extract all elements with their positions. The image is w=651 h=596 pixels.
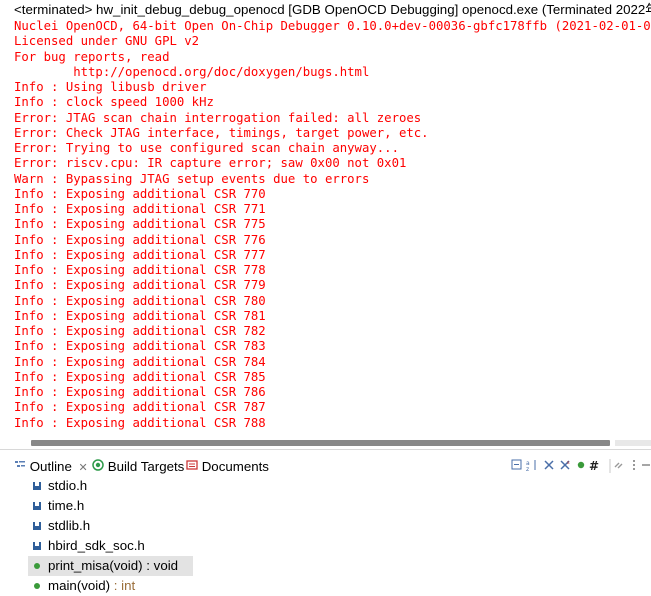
hide-localtypes-icon[interactable]: # — [589, 459, 601, 471]
tab-outline[interactable]: Outline ✕ — [14, 458, 88, 476]
outline-item-hbird-sdk-soc[interactable]: hbird_sdk_soc.h — [0, 536, 200, 556]
console-line: Nuclei OpenOCD, 64-bit Open On-Chip Debu… — [14, 19, 651, 33]
return-type: : int — [110, 578, 136, 593]
console-line: Warn : Bypassing JTAG setup events due t… — [14, 171, 370, 186]
outline-item-time[interactable]: time.h — [0, 496, 200, 516]
svg-text:#: # — [589, 459, 599, 471]
console-line: Info : Exposing additional CSR 783 — [14, 339, 266, 354]
outline-item-main[interactable]: main(void) : int — [0, 576, 200, 596]
console-line: Info : Exposing additional CSR 771 — [14, 202, 266, 216]
view-menu-icon[interactable] — [631, 459, 637, 471]
svg-text:s: s — [567, 460, 570, 466]
console-line: Info : Exposing additional CSR 779 — [14, 278, 266, 293]
function-icon — [34, 563, 40, 569]
function-name: print_misa(void) — [48, 558, 143, 573]
collapse-all-icon[interactable] — [511, 459, 523, 471]
outline-icon — [14, 458, 26, 476]
include-icon — [33, 522, 41, 530]
console-line: Info : Using libusb driver — [14, 80, 207, 94]
outline-item-label: hbird_sdk_soc.h — [48, 538, 145, 553]
link-with-editor-icon[interactable] — [613, 459, 625, 471]
function-icon — [34, 583, 40, 589]
svg-text:z: z — [526, 466, 529, 471]
console-line: Info : Exposing additional CSR 778 — [14, 263, 266, 277]
hide-static-icon[interactable]: s — [559, 459, 571, 471]
build-targets-icon — [92, 458, 104, 476]
console-line: Info : Exposing additional CSR 788 — [14, 415, 266, 430]
include-icon — [33, 482, 41, 490]
outline-item-print-misa[interactable]: print_misa(void) : void — [28, 556, 193, 576]
hide-nonpublic-icon[interactable] — [577, 461, 585, 469]
console-line: Error: Trying to use configured scan cha… — [14, 141, 399, 155]
function-name: main(void) — [48, 578, 111, 593]
documents-icon — [186, 458, 198, 476]
tab-build-targets[interactable]: Build Targets — [92, 458, 184, 476]
console-process-title: <terminated> hw_init_debug_debug_openocd… — [14, 2, 651, 17]
toolbar-separator — [609, 459, 611, 473]
tab-build-targets-label: Build Targets — [107, 459, 185, 474]
console-line: Info : Exposing additional CSR 776 — [14, 232, 266, 247]
console-line: Info : Exposing additional CSR 775 — [14, 217, 266, 232]
outline-item-stdio[interactable]: stdio.h — [0, 476, 200, 496]
console-line: Error: riscv.cpu: IR capture error; saw … — [14, 156, 407, 171]
sort-icon[interactable]: az — [526, 459, 539, 471]
console-line: For bug reports, read — [14, 49, 170, 64]
console-line: Info : Exposing additional CSR 780 — [14, 293, 266, 308]
close-icon[interactable]: ✕ — [79, 462, 88, 474]
console-view[interactable]: <terminated> hw_init_debug_debug_openocd… — [0, 0, 651, 448]
minimize-icon[interactable] — [641, 459, 651, 471]
console-line: Info : Exposing additional CSR 785 — [14, 369, 266, 384]
outline-item-stdlib[interactable]: stdlib.h — [0, 516, 200, 536]
tab-outline-label: Outline — [29, 459, 72, 474]
hide-fields-icon[interactable] — [543, 459, 555, 471]
console-line: Error: JTAG scan chain interrogation fai… — [14, 110, 422, 125]
console-line: Info : Exposing additional CSR 787 — [14, 400, 266, 415]
view-tabs: Outline ✕ Build Targets Documents az s # — [0, 452, 651, 478]
return-type: : void — [142, 558, 179, 573]
console-line: Info : Exposing additional CSR 784 — [14, 354, 266, 369]
console-horizontal-scrollbar[interactable] — [0, 436, 651, 448]
include-icon — [33, 542, 41, 550]
outline-panel: Outline ✕ Build Targets Documents az s # — [0, 452, 651, 595]
outline-item-label: main(void) : int — [48, 576, 135, 596]
console-line: Licensed under GNU GPL v2 — [14, 34, 200, 49]
console-output[interactable]: Nuclei OpenOCD, 64-bit Open On-Chip Debu… — [14, 19, 651, 431]
console-line: Info : Exposing additional CSR 782 — [14, 324, 266, 338]
outline-item-label: print_misa(void) : void — [48, 556, 178, 576]
scrollbar-thumb[interactable] — [31, 440, 610, 446]
console-line: http://openocd.org/doc/doxygen/bugs.html — [14, 64, 370, 79]
include-icon — [33, 502, 41, 510]
console-line: Error: Check JTAG interface, timings, ta… — [14, 125, 429, 140]
tab-documents[interactable]: Documents — [186, 458, 269, 476]
panel-divider[interactable] — [0, 449, 651, 450]
console-line: Info : Exposing additional CSR 777 — [14, 247, 266, 262]
console-line: Info : Exposing additional CSR 781 — [14, 308, 266, 323]
outline-item-label: time.h — [48, 498, 85, 513]
console-line: Info : Exposing additional CSR 786 — [14, 385, 266, 399]
tab-documents-label: Documents — [201, 459, 269, 474]
scrollbar-track[interactable] — [615, 440, 651, 446]
outline-item-label: stdio.h — [48, 478, 88, 493]
console-line: Info : Exposing additional CSR 770 — [14, 186, 266, 201]
outline-item-label: stdlib.h — [48, 518, 91, 533]
console-line: Info : clock speed 1000 kHz — [14, 95, 214, 110]
